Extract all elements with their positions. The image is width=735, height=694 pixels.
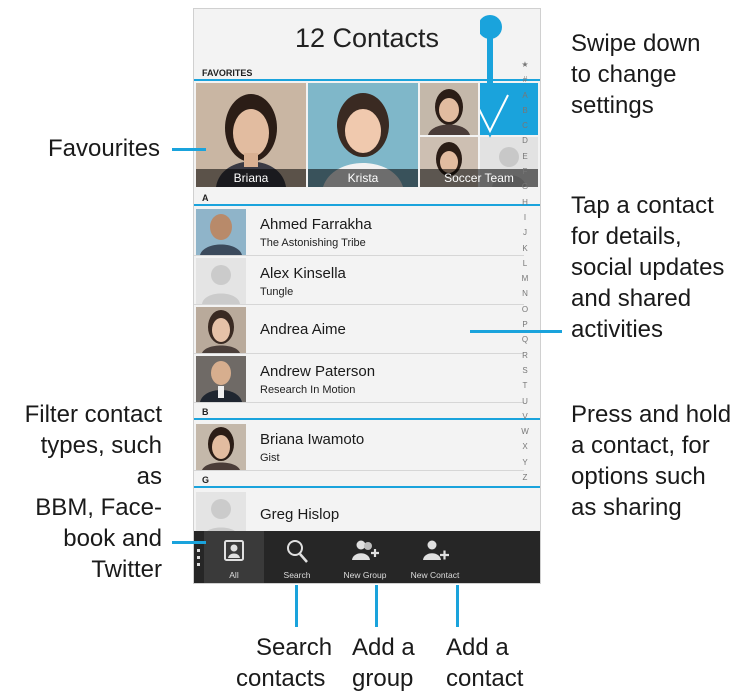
callout-line-search bbox=[295, 585, 298, 627]
contacts-screen: 12 Contacts FAVORITES Briana Krista Socc… bbox=[193, 8, 541, 584]
contact-row[interactable]: Alex Kinsella Tungle bbox=[194, 256, 524, 305]
callout-line-tap bbox=[470, 330, 562, 333]
alphabet-index-letter[interactable]: X bbox=[518, 439, 532, 454]
alphabet-index-letter[interactable]: I bbox=[518, 210, 532, 225]
alphabet-index-letter[interactable]: W bbox=[518, 424, 532, 439]
favorite-krista[interactable]: Krista bbox=[308, 83, 418, 187]
contact-detail: Tungle bbox=[260, 286, 294, 298]
alphabet-index-letter[interactable]: Q bbox=[518, 332, 532, 347]
contact-detail: Research In Motion bbox=[260, 384, 356, 396]
annotation-filter: Filter contact types, such as BBM, Face-bo… bbox=[24, 401, 162, 583]
alphabet-index-letter[interactable]: T bbox=[518, 378, 532, 393]
alphabet-index-letter[interactable]: L bbox=[518, 256, 532, 271]
contact-photo bbox=[196, 209, 246, 255]
favorite-briana[interactable]: Briana bbox=[196, 83, 306, 187]
alphabet-index-letter[interactable]: U bbox=[518, 394, 532, 409]
annotation-group: Add a group bbox=[352, 634, 415, 692]
toolbar-label: Search bbox=[283, 570, 311, 580]
contact-photo bbox=[196, 356, 246, 402]
toolbar-label: New Contact bbox=[410, 570, 460, 580]
callout-line-filter bbox=[172, 541, 206, 544]
arrow-down-icon bbox=[480, 15, 511, 138]
search-icon bbox=[287, 540, 308, 563]
contact-name: Andrew Paterson bbox=[260, 363, 376, 380]
contact-photo bbox=[196, 307, 246, 353]
favorite-label: Krista bbox=[308, 169, 418, 187]
alphabet-index-letter[interactable]: R bbox=[518, 348, 532, 363]
add-contact-icon bbox=[423, 540, 449, 560]
annotation-search: Search contacts bbox=[236, 634, 333, 692]
annotation-favourites: Favourites bbox=[48, 135, 161, 162]
section-header-g: G bbox=[194, 474, 540, 488]
annotation-tap: Tap a contact for details, social updates a… bbox=[571, 192, 725, 343]
section-header-b: B bbox=[194, 406, 540, 420]
alphabet-index-letter[interactable]: V bbox=[518, 409, 532, 424]
favorite-photo-small[interactable] bbox=[420, 83, 478, 135]
contact-name: Greg Hislop bbox=[260, 506, 340, 523]
toolbar-label: New Group bbox=[343, 570, 387, 580]
new-contact-button[interactable]: New Contact bbox=[402, 531, 468, 583]
alphabet-index-letter[interactable]: J bbox=[518, 225, 532, 240]
contact-name: Ahmed Farrakha bbox=[260, 216, 372, 233]
alphabet-index-letter[interactable]: Y bbox=[518, 455, 532, 470]
contact-photo bbox=[420, 83, 478, 135]
annotation-contact: Add a contact bbox=[446, 634, 524, 692]
toolbar-label: All bbox=[229, 570, 239, 580]
alphabet-index-letter[interactable]: K bbox=[518, 241, 532, 256]
bottom-toolbar: All Search New Group New Contact bbox=[194, 531, 540, 583]
alphabet-index-letter[interactable]: N bbox=[518, 286, 532, 301]
contact-row[interactable]: Ahmed Farrakha The Astonishing Tribe bbox=[194, 207, 524, 256]
contact-detail: The Astonishing Tribe bbox=[260, 237, 366, 249]
contact-name: Alex Kinsella bbox=[260, 265, 346, 282]
search-button[interactable]: Search bbox=[266, 531, 328, 583]
overflow-menu-icon[interactable] bbox=[197, 549, 201, 569]
new-group-button[interactable]: New Group bbox=[334, 531, 396, 583]
alphabet-index-letter[interactable]: S bbox=[518, 363, 532, 378]
contact-photo bbox=[196, 424, 246, 470]
alphabet-index-letter[interactable]: Z bbox=[518, 470, 532, 485]
alphabet-index-letter[interactable]: H bbox=[518, 195, 532, 210]
alphabet-index-letter[interactable]: G bbox=[518, 179, 532, 194]
annotation-swipe: Swipe down to change settings bbox=[571, 30, 701, 119]
favorite-label: Briana bbox=[196, 169, 306, 187]
annotation-press: Press and hold a contact, for options such… bbox=[571, 401, 732, 521]
contact-row[interactable]: Briana Iwamoto Gist bbox=[194, 422, 524, 471]
contact-name: Andrea Aime bbox=[260, 321, 346, 338]
callout-line-favourites bbox=[172, 148, 206, 151]
contact-name: Briana Iwamoto bbox=[260, 431, 365, 448]
add-group-icon bbox=[352, 540, 379, 560]
alphabet-index-letter[interactable]: O bbox=[518, 302, 532, 317]
contact-card-icon bbox=[224, 540, 244, 561]
contact-photo bbox=[196, 258, 246, 304]
contact-row[interactable]: Andrew Paterson Research In Motion bbox=[194, 354, 524, 403]
callout-line-contact bbox=[456, 585, 459, 627]
alphabet-index-letter[interactable]: M bbox=[518, 271, 532, 286]
alphabet-index-letter[interactable]: E bbox=[518, 149, 532, 164]
callout-line-group bbox=[375, 585, 378, 627]
section-header-a: A bbox=[194, 192, 540, 206]
contact-detail: Gist bbox=[260, 452, 280, 464]
alphabet-index-letter[interactable]: F bbox=[518, 164, 532, 179]
filter-all-button[interactable]: All bbox=[204, 531, 264, 583]
